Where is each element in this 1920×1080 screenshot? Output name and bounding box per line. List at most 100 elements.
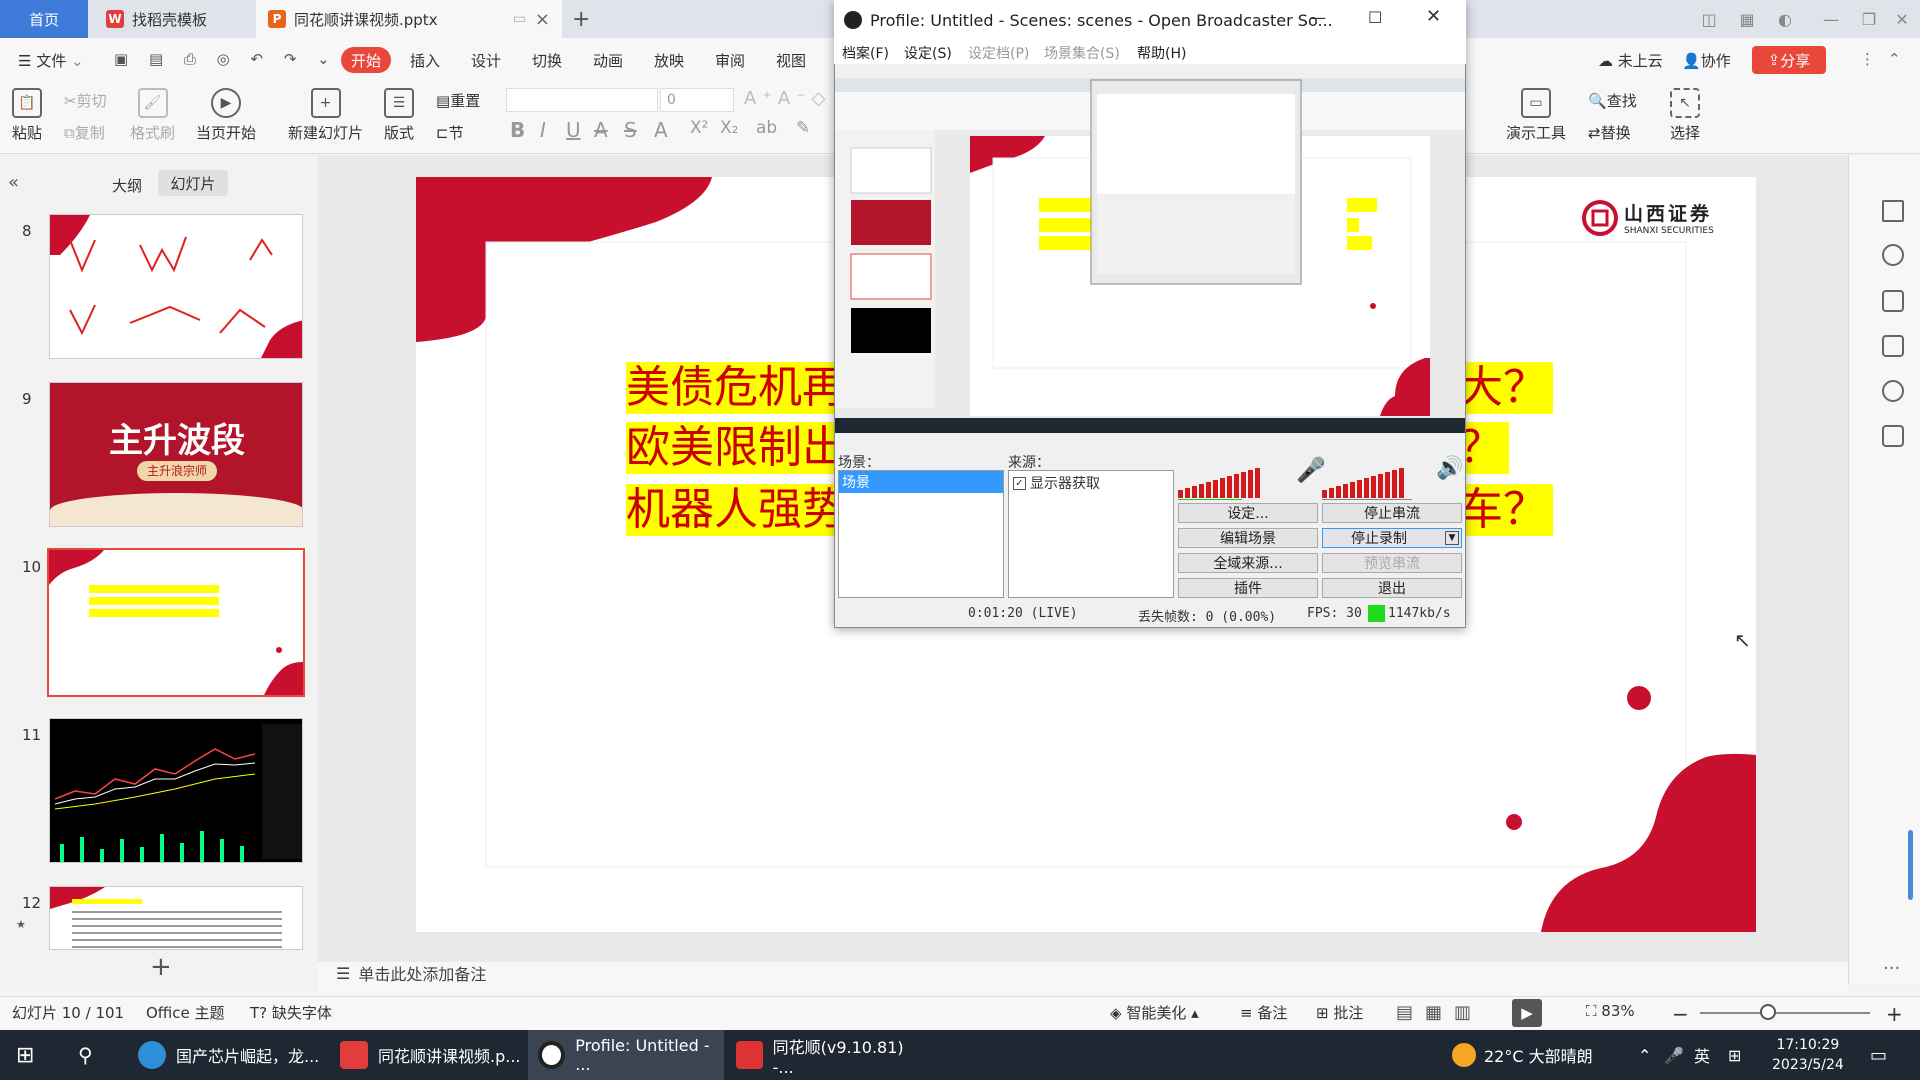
notes-placeholder[interactable]: ☰ 单击此处添加备注: [336, 961, 486, 985]
ime-mode-icon[interactable]: ⊞: [1728, 1030, 1741, 1080]
zoom-out-icon[interactable]: −: [1672, 1002, 1689, 1026]
quick-access-toolbar[interactable]: ▣ ▤ ⎙ ◎ ↶ ↷ ⌄: [114, 50, 338, 68]
slide-thumbnail-12[interactable]: [49, 886, 303, 950]
obs-global-sources-button[interactable]: 全域来源...: [1178, 553, 1318, 573]
tab-home[interactable]: 首页: [0, 0, 88, 38]
font-family-select[interactable]: [506, 88, 658, 112]
slide-layout-icon[interactable]: [1882, 290, 1904, 312]
cut-button[interactable]: ✂ 剪切: [64, 90, 107, 111]
copy-button[interactable]: ⧉ 复制: [64, 122, 105, 143]
speaker-volume-icon[interactable]: 🔊: [1436, 456, 1463, 481]
tab-document[interactable]: P 同花顺讲课视频.pptx ▭ ×: [256, 0, 562, 38]
tab-start[interactable]: 开始: [341, 47, 391, 73]
tab-insert[interactable]: 插入: [410, 50, 440, 71]
subscript-icon[interactable]: X₂: [720, 118, 738, 138]
dropdown-arrow-icon[interactable]: ▼: [1445, 531, 1459, 545]
highlight-icon[interactable]: ✎: [796, 118, 810, 138]
microphone-icon[interactable]: 🎤: [1664, 1030, 1684, 1080]
more-icon[interactable]: ⋮: [1860, 50, 1875, 68]
tab-animation[interactable]: 动画: [593, 50, 623, 71]
shadow-icon[interactable]: S: [624, 118, 637, 142]
obs-maximize-icon[interactable]: ☐: [1368, 8, 1382, 27]
comments-button[interactable]: ⊞ 批注: [1316, 1002, 1363, 1023]
star-fav-icon[interactable]: [1882, 244, 1904, 266]
obs-menu-help[interactable]: 帮助(H): [1137, 43, 1186, 63]
obs-preview-stream-button[interactable]: 预览串流: [1322, 553, 1462, 573]
obs-menu-scene-collection[interactable]: 场景集合(S): [1044, 43, 1120, 63]
taskbar-item-obs[interactable]: Profile: Untitled - ...: [528, 1030, 724, 1080]
obs-minimize-icon[interactable]: —: [1310, 8, 1326, 27]
tab-review[interactable]: 审阅: [715, 50, 745, 71]
ime-indicator[interactable]: 英: [1694, 1030, 1710, 1080]
windows-start-icon[interactable]: ⊞: [16, 1030, 34, 1080]
cloud-button[interactable]: ☁ 未上云: [1598, 50, 1663, 71]
tray-chevron-icon[interactable]: ⌃: [1638, 1030, 1651, 1080]
notes-button[interactable]: ≡ 备注: [1240, 1002, 1287, 1023]
slide-thumbnail-9[interactable]: 主升波段 主升浪宗师: [49, 382, 303, 527]
paste-button[interactable]: 📋 粘贴: [12, 88, 42, 143]
phonetic-icon[interactable]: ab: [756, 118, 777, 138]
font-size-select[interactable]: 0: [660, 88, 734, 112]
book-icon[interactable]: [1882, 425, 1904, 447]
collapse-panel-icon[interactable]: «: [8, 172, 19, 193]
zoom-in-icon[interactable]: +: [1886, 1002, 1903, 1026]
format-painter-button[interactable]: 🖌 格式刷: [130, 88, 175, 143]
tab-transition[interactable]: 切换: [532, 50, 562, 71]
compass-icon[interactable]: [1882, 380, 1904, 402]
replace-button[interactable]: ⇄ 替换: [1588, 122, 1631, 143]
layout-button[interactable]: ☰ 版式: [384, 88, 414, 143]
obs-scene-item[interactable]: 场景: [839, 471, 1003, 493]
obs-close-icon[interactable]: ✕: [1426, 6, 1441, 27]
zoom-slider-track[interactable]: [1700, 1012, 1870, 1014]
tab-slides[interactable]: 幻灯片: [158, 170, 228, 196]
tab-view[interactable]: 视图: [776, 50, 806, 71]
obs-menu-profile[interactable]: 档案(F): [842, 43, 889, 63]
font-grow-shrink[interactable]: A⁺A⁻◇: [744, 88, 831, 109]
share-button[interactable]: ⇪ 分享: [1752, 46, 1826, 74]
collapse-ribbon-icon[interactable]: ⌃: [1888, 50, 1901, 68]
zoom-control[interactable]: ⛶ 83%: [1586, 1002, 1635, 1020]
add-slide-button[interactable]: +: [150, 952, 172, 982]
properties-icon[interactable]: [1882, 200, 1904, 222]
tab-template[interactable]: W 找稻壳模板: [92, 0, 252, 38]
view-mode-buttons[interactable]: ▤▦▥: [1396, 1002, 1483, 1023]
obs-exit-button[interactable]: 退出: [1322, 578, 1462, 598]
strikethrough-icon[interactable]: A: [594, 118, 608, 142]
find-button[interactable]: 🔍 查找: [1588, 90, 1637, 111]
weather-widget[interactable]: 22°C 大部晴朗: [1452, 1030, 1593, 1080]
obs-scenes-list[interactable]: 场景: [838, 470, 1004, 598]
taskbar-item-tonghuashun[interactable]: 同花顺(v9.10.81) -...: [726, 1030, 922, 1080]
reset-button[interactable]: ▤ 重置: [436, 90, 480, 111]
zoom-slider-thumb[interactable]: [1760, 1004, 1776, 1020]
select-button[interactable]: ↖ 选择: [1670, 88, 1700, 143]
underline-icon[interactable]: U: [566, 118, 581, 142]
tab-design[interactable]: 设计: [471, 50, 501, 71]
presentation-tools-button[interactable]: ▭ 演示工具: [1506, 88, 1566, 143]
obs-sources-list[interactable]: ✓ 显示器获取: [1008, 470, 1174, 598]
blue-slider[interactable]: [1908, 830, 1913, 900]
slideshow-play-button[interactable]: ▶: [1512, 999, 1542, 1027]
search-icon[interactable]: ⚲: [78, 1030, 93, 1080]
play-from-current-button[interactable]: ▶ 当页开始: [196, 88, 256, 143]
slide-thumbnail-10[interactable]: [47, 548, 305, 697]
tab-outline[interactable]: 大纲: [112, 175, 142, 196]
new-tab-button[interactable]: +: [572, 0, 602, 38]
close-tab-icon[interactable]: ×: [535, 9, 550, 30]
obs-source-item[interactable]: ✓ 显示器获取: [1009, 471, 1173, 495]
obs-stop-stream-button[interactable]: 停止串流: [1322, 503, 1462, 523]
collab-button[interactable]: 👤协作: [1682, 50, 1731, 71]
obs-plugins-button[interactable]: 插件: [1178, 578, 1318, 598]
taskbar-item-edge[interactable]: 国产芯片崛起，龙...: [128, 1030, 328, 1080]
obs-edit-scene-button[interactable]: 编辑场景: [1178, 528, 1318, 548]
image-icon[interactable]: [1882, 335, 1904, 357]
taskbar-item-wps[interactable]: 同花顺讲课视频.p...: [330, 1030, 526, 1080]
missing-font-button[interactable]: T? 缺失字体: [250, 1002, 332, 1023]
notification-icon[interactable]: ▭: [1870, 1030, 1887, 1080]
obs-menu-settings[interactable]: 设定(S): [904, 43, 952, 63]
close-window-icon[interactable]: ✕: [1884, 0, 1920, 38]
new-slide-button[interactable]: + 新建幻灯片: [288, 88, 363, 143]
account-icon[interactable]: ◐: [1762, 0, 1808, 38]
bold-icon[interactable]: B: [510, 118, 525, 142]
section-button[interactable]: ⊏ 节: [436, 122, 464, 143]
tab-slideshow[interactable]: 放映: [654, 50, 684, 71]
